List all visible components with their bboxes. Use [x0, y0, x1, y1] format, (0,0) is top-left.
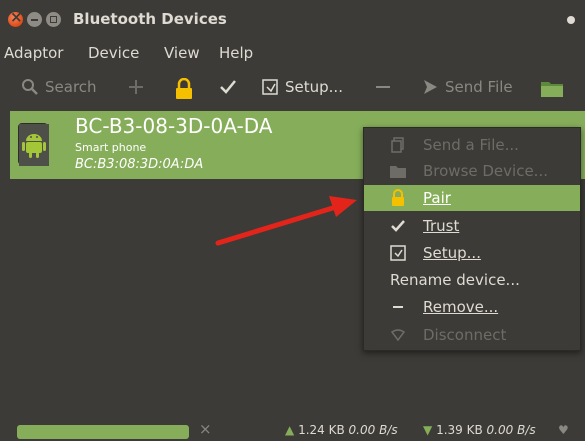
- pair-toolbar-button[interactable]: [174, 78, 194, 100]
- search-icon: [21, 78, 39, 96]
- menu-item-disconnect[interactable]: Disconnect: [364, 322, 580, 348]
- menu-item-pair[interactable]: Pair: [364, 185, 580, 211]
- menu-adaptor[interactable]: Adaptor: [4, 44, 63, 62]
- download-status: ▼ 1.39 KB 0.00 B/s: [423, 423, 536, 437]
- menu-label-browse: Browse Device...: [423, 162, 548, 180]
- setup-toolbar-button[interactable]: Setup...: [261, 78, 343, 96]
- menu-item-browse[interactable]: Browse Device...: [364, 158, 580, 184]
- browse-toolbar-button[interactable]: [540, 78, 564, 98]
- search-button[interactable]: Search: [21, 78, 97, 96]
- search-label: Search: [45, 78, 97, 96]
- send-file-icon: [388, 135, 408, 155]
- lock-icon: [174, 78, 194, 100]
- minus-icon: [374, 78, 392, 96]
- download-rate: 0.00 B/s: [486, 423, 536, 437]
- setup-icon: [388, 243, 408, 263]
- menu-label-send-file: Send a File...: [423, 136, 519, 154]
- minus-icon: [388, 297, 408, 317]
- send-file-button[interactable]: Send File: [421, 78, 513, 96]
- plus-icon: [127, 78, 145, 96]
- check-icon: [219, 78, 237, 96]
- maximize-window-button[interactable]: [46, 12, 61, 27]
- toolbar: Search Setup... Send File: [0, 68, 585, 110]
- disconnect-icon: [388, 325, 408, 345]
- menu-label-pair: Pair: [423, 189, 451, 207]
- lock-icon: [388, 188, 408, 208]
- menu-label-rename: Rename device...: [390, 271, 520, 289]
- device-context-menu: Send a File... Browse Device... Pair Tru…: [363, 127, 581, 351]
- menu-device[interactable]: Device: [88, 44, 139, 62]
- transfer-progress-bar: [17, 425, 189, 439]
- trust-toolbar-button[interactable]: [219, 78, 237, 96]
- menu-item-remove[interactable]: Remove...: [364, 294, 580, 320]
- status-bar: × ▲ 1.24 KB 0.00 B/s ▼ 1.39 KB 0.00 B/s …: [0, 417, 585, 441]
- folder-icon: [388, 161, 408, 181]
- upload-amount: 1.24 KB: [298, 423, 345, 437]
- title-bar: Bluetooth Devices: [0, 0, 585, 40]
- menu-view[interactable]: View: [164, 44, 200, 62]
- setup-toolbar-label: Setup...: [285, 78, 343, 96]
- add-button[interactable]: [127, 78, 145, 96]
- upload-arrow-icon: ▲: [285, 423, 295, 437]
- download-arrow-icon: ▼: [423, 423, 433, 437]
- download-amount: 1.39 KB: [436, 423, 483, 437]
- menu-item-setup[interactable]: Setup...: [364, 240, 580, 266]
- remove-toolbar-button[interactable]: [374, 78, 392, 96]
- minimize-window-button[interactable]: [27, 12, 42, 27]
- menu-bar: Adaptor Device View Help: [0, 40, 585, 68]
- menu-label-remove: Remove...: [423, 298, 499, 316]
- menu-item-trust[interactable]: Trust: [364, 213, 580, 239]
- send-file-label: Send File: [445, 78, 513, 96]
- menu-label-trust: Trust: [423, 217, 460, 235]
- window-title: Bluetooth Devices: [73, 10, 227, 28]
- close-window-button[interactable]: [8, 8, 23, 27]
- cancel-transfer-icon[interactable]: ×: [199, 420, 212, 438]
- send-icon: [421, 78, 439, 96]
- device-name: BC-B3-08-3D-0A-DA: [75, 114, 273, 138]
- menu-item-send-file[interactable]: Send a File...: [364, 132, 580, 158]
- device-address: BC:B3:08:3D:0A:DA: [75, 157, 204, 172]
- upload-status: ▲ 1.24 KB 0.00 B/s: [285, 423, 398, 437]
- android-icon: [18, 123, 49, 166]
- status-indicator-icon: ♥: [558, 423, 569, 437]
- setup-icon: [261, 78, 279, 96]
- check-icon: [388, 216, 408, 236]
- device-type: Smart phone: [75, 141, 147, 154]
- menu-item-rename[interactable]: Rename device...: [364, 267, 580, 293]
- menu-label-disconnect: Disconnect: [423, 326, 507, 344]
- folder-icon: [540, 78, 564, 98]
- tray-indicator-icon[interactable]: [567, 16, 575, 24]
- menu-help[interactable]: Help: [219, 44, 253, 62]
- menu-label-setup: Setup...: [423, 244, 481, 262]
- upload-rate: 0.00 B/s: [348, 423, 398, 437]
